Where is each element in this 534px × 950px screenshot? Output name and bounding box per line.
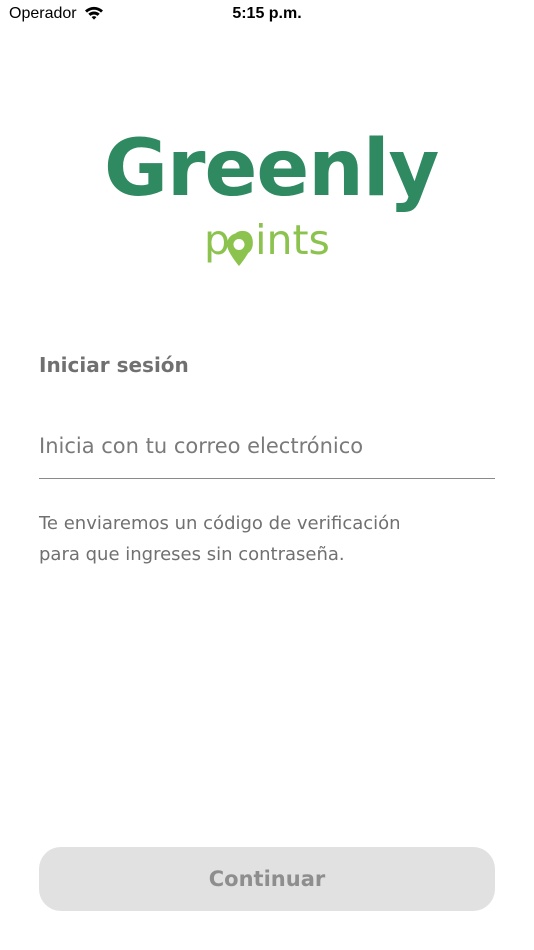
helper-text: Te enviaremos un código de verificación … xyxy=(39,508,499,570)
app-logo: Greenly points xyxy=(100,130,439,280)
helper-text-line: para que ingreses sin contraseña. xyxy=(39,544,345,565)
logo-wordmark: Greenly xyxy=(104,124,439,214)
location-pin-icon xyxy=(227,233,251,266)
status-bar: Operador 5:15 p.m. xyxy=(0,0,534,30)
email-field[interactable] xyxy=(39,414,495,479)
continue-button[interactable]: Continuar xyxy=(39,847,495,911)
status-time: 5:15 p.m. xyxy=(232,5,302,22)
helper-text-line: Te enviaremos un código de verificación xyxy=(39,513,401,534)
logo-subtitle: points xyxy=(204,216,330,264)
login-title: Iniciar sesión xyxy=(39,353,189,377)
